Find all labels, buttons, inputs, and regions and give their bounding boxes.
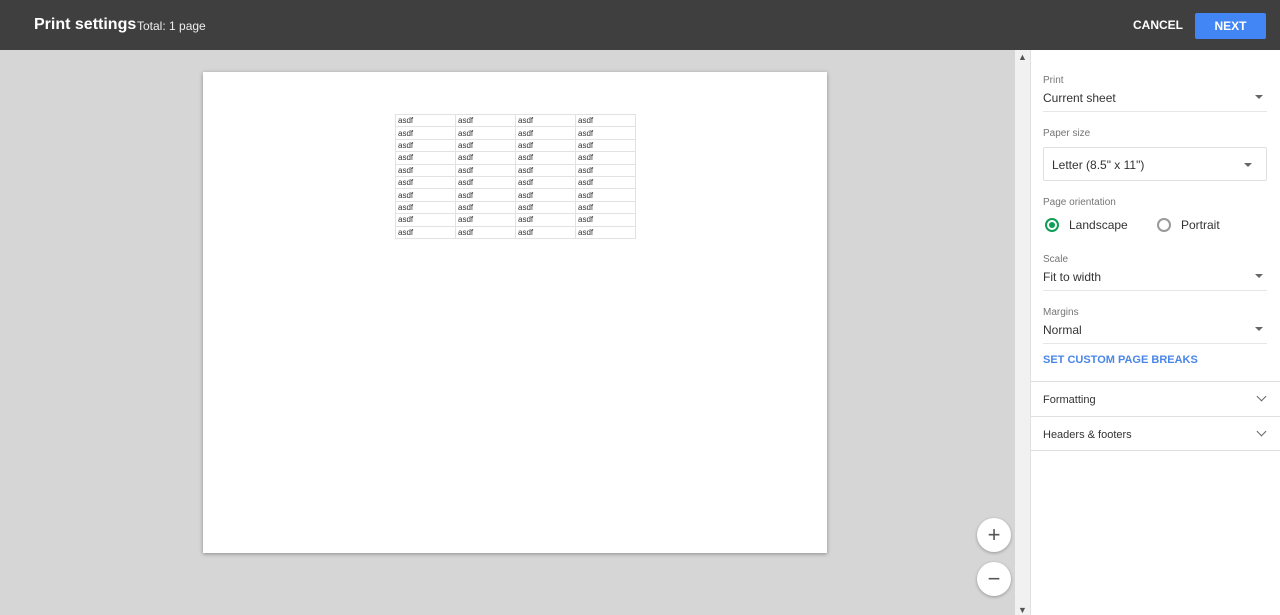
paper-size-value: Letter (8.5" x 11") — [1052, 158, 1145, 172]
top-bar: Print settings Total: 1 page CANCEL NEXT — [0, 0, 1280, 50]
custom-page-breaks-link[interactable]: SET CUSTOM PAGE BREAKS — [1043, 354, 1198, 366]
table-cell: asdf — [395, 151, 456, 165]
table-cell: asdf — [575, 126, 636, 140]
margins-label: Margins — [1043, 307, 1079, 318]
table-cell: asdf — [455, 175, 516, 190]
table-cell: asdf — [575, 188, 636, 202]
table-cell: asdf — [395, 163, 456, 177]
table-cell: asdf — [395, 126, 456, 140]
table-cell: asdf — [515, 175, 576, 190]
table-cell: asdf — [455, 225, 516, 239]
caret-down-icon — [1244, 163, 1252, 167]
orientation-label: Page orientation — [1043, 197, 1116, 208]
print-preview: asdf asdf asdf asdf asdf asdf asdf asdf asdf asdf… — [0, 50, 1015, 615]
table-cell: asdf — [575, 225, 636, 239]
landscape-radio[interactable]: Landscape — [1045, 218, 1128, 232]
paper-size-dropdown[interactable]: Letter (8.5" x 11") — [1043, 147, 1267, 181]
table-cell: asdf — [515, 188, 576, 202]
table-cell: asdf — [395, 200, 456, 215]
table-cell: asdf — [455, 151, 516, 165]
table-row: asdf asdf asdf asdf — [395, 126, 636, 140]
scale-value: Fit to width — [1043, 270, 1102, 284]
caret-down-icon — [1255, 274, 1263, 278]
table-cell: asdf — [515, 213, 576, 227]
table-row: asdf asdf asdf asdf — [395, 163, 636, 177]
preview-page: asdf asdf asdf asdf asdf asdf asdf asdf asdf asdf… — [203, 72, 827, 553]
table-cell: asdf — [515, 126, 576, 140]
caret-down-icon — [1255, 95, 1263, 99]
table-row: asdf asdf asdf asdf — [395, 138, 636, 153]
table-cell: asdf — [455, 200, 516, 215]
headers-footers-section[interactable]: Headers & footers — [1031, 416, 1280, 451]
table-row: asdf asdf asdf asdf — [395, 151, 636, 165]
scrollbar[interactable]: ▲ ▼ — [1015, 50, 1030, 615]
print-value: Current sheet — [1043, 91, 1116, 105]
table-row: asdf asdf asdf asdf — [395, 175, 636, 190]
zoom-in-button[interactable]: + — [977, 518, 1011, 552]
chevron-down-icon — [1256, 426, 1267, 437]
scroll-up-icon[interactable]: ▲ — [1018, 52, 1027, 62]
table-cell: asdf — [455, 163, 516, 177]
margins-value: Normal — [1043, 323, 1082, 337]
table-cell: asdf — [395, 188, 456, 202]
table-cell: asdf — [395, 175, 456, 190]
radio-selected-icon — [1045, 218, 1059, 232]
settings-panel: Print Current sheet Paper size Letter (8… — [1030, 50, 1280, 615]
margins-dropdown[interactable]: Normal — [1043, 323, 1267, 344]
table-cell: asdf — [575, 200, 636, 215]
scroll-down-icon[interactable]: ▼ — [1018, 605, 1027, 615]
table-cell: asdf — [395, 225, 456, 239]
caret-down-icon — [1255, 327, 1263, 331]
table-cell: asdf — [575, 163, 636, 177]
print-dropdown[interactable]: Current sheet — [1043, 91, 1267, 112]
portrait-label: Portrait — [1181, 218, 1220, 232]
total-pages: Total: 1 page — [137, 19, 206, 33]
paper-size-label: Paper size — [1043, 128, 1091, 139]
table-cell: asdf — [395, 138, 456, 153]
page-title: Print settings — [34, 16, 137, 33]
table-cell: asdf — [575, 175, 636, 190]
table-cell: asdf — [455, 213, 516, 227]
table-cell: asdf — [515, 163, 576, 177]
table-cell: asdf — [395, 113, 456, 128]
table-row: asdf asdf asdf asdf — [395, 200, 636, 215]
scale-dropdown[interactable]: Fit to width — [1043, 270, 1267, 291]
table-row: asdf asdf asdf asdf — [395, 113, 636, 128]
formatting-section[interactable]: Formatting — [1031, 381, 1280, 416]
radio-unselected-icon — [1157, 218, 1171, 232]
formatting-label: Formatting — [1043, 394, 1096, 406]
table-cell: asdf — [515, 113, 576, 128]
chevron-down-icon — [1256, 391, 1267, 402]
table-row: asdf asdf asdf asdf — [395, 225, 636, 239]
table-cell: asdf — [395, 213, 456, 227]
table-cell: asdf — [455, 126, 516, 140]
next-button[interactable]: NEXT — [1195, 13, 1266, 39]
table-cell: asdf — [575, 113, 636, 128]
portrait-radio[interactable]: Portrait — [1157, 218, 1220, 232]
table-cell: asdf — [455, 188, 516, 202]
table-cell: asdf — [575, 151, 636, 165]
table-cell: asdf — [515, 200, 576, 215]
table-cell: asdf — [515, 138, 576, 153]
table-row: asdf asdf asdf asdf — [395, 188, 636, 202]
landscape-label: Landscape — [1069, 218, 1128, 232]
headers-footers-label: Headers & footers — [1043, 429, 1132, 441]
preview-table: asdf asdf asdf asdf asdf asdf asdf asdf asdf asdf… — [395, 113, 636, 239]
table-cell: asdf — [455, 113, 516, 128]
print-label: Print — [1043, 75, 1064, 86]
zoom-out-button[interactable]: − — [977, 562, 1011, 596]
table-cell: asdf — [455, 138, 516, 153]
scale-label: Scale — [1043, 254, 1069, 265]
table-cell: asdf — [575, 213, 636, 227]
table-cell: asdf — [515, 151, 576, 165]
table-row: asdf asdf asdf asdf — [395, 213, 636, 227]
table-cell: asdf — [515, 225, 576, 239]
table-cell: asdf — [575, 138, 636, 153]
cancel-button[interactable]: CANCEL — [1128, 12, 1188, 39]
